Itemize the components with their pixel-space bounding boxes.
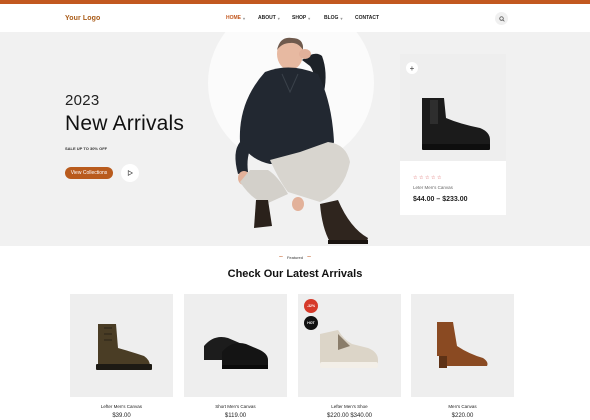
site-header: Your Logo HOME ▾ ABOUT ▾ SHOP ▾ BLOG ▾ CONTA… bbox=[0, 4, 590, 32]
nav-item-label: CONTACT bbox=[355, 15, 380, 21]
chevron-down-icon: ▾ bbox=[340, 15, 343, 21]
product-card[interactable] bbox=[184, 294, 287, 397]
nav-item-label: BLOG bbox=[324, 15, 339, 21]
product-image: + bbox=[400, 54, 506, 161]
product-price: $44.00 – $233.00 bbox=[413, 196, 468, 203]
product-name[interactable]: Lefter Men's Canvas bbox=[70, 404, 173, 409]
product-price: $220.00 bbox=[451, 413, 474, 419]
nav-item-about[interactable]: ABOUT ▾ bbox=[258, 15, 292, 21]
product-card[interactable]: -32% HOT bbox=[298, 294, 401, 397]
star-icon: ☆ bbox=[430, 175, 436, 181]
view-collections-button[interactable]: View Collections bbox=[65, 167, 113, 179]
derby-shoes-image bbox=[204, 337, 268, 369]
star-icon: ☆ bbox=[418, 175, 424, 181]
product-name[interactable]: Short Men's Canvas bbox=[184, 404, 287, 409]
hero-banner: 2023 New Arrivals SALE UP TO 30% OFF Vie… bbox=[0, 32, 590, 246]
product-price: $39.00 bbox=[112, 413, 131, 419]
chevron-down-icon: ▾ bbox=[308, 15, 311, 21]
hot-badge: HOT bbox=[304, 316, 318, 330]
main-nav: HOME ▾ ABOUT ▾ SHOP ▾ BLOG ▾ CONTACT bbox=[226, 4, 379, 32]
nav-item-shop[interactable]: SHOP ▾ bbox=[292, 15, 324, 21]
product-name[interactable]: Lefter Men's Shoe bbox=[298, 404, 401, 409]
star-icon: ☆ bbox=[413, 175, 418, 181]
hero-model-image bbox=[235, 37, 368, 244]
product-card[interactable] bbox=[70, 294, 173, 397]
play-video-button[interactable] bbox=[121, 164, 139, 182]
rating-stars: ☆ ☆ ☆ ☆ ☆ bbox=[413, 175, 441, 181]
wave-divider-icon: ~ bbox=[278, 253, 283, 261]
ankle-boot-image bbox=[437, 322, 488, 368]
product-name[interactable]: Men's Canvas bbox=[411, 404, 514, 409]
search-button[interactable] bbox=[495, 12, 508, 25]
nav-item-home[interactable]: HOME ▾ bbox=[226, 15, 258, 21]
nav-item-label: HOME bbox=[226, 15, 241, 21]
wave-divider-icon: ~ bbox=[307, 253, 312, 261]
add-to-cart-button[interactable]: + bbox=[406, 62, 418, 74]
section-title: Check Our Latest Arrivals bbox=[227, 268, 363, 280]
plus-icon: + bbox=[409, 63, 415, 73]
nav-item-label: ABOUT bbox=[258, 15, 276, 21]
combat-boot-image bbox=[96, 324, 152, 370]
star-icon: ☆ bbox=[436, 175, 442, 181]
chevron-down-icon: ▾ bbox=[243, 15, 246, 21]
sale-badge: -32% bbox=[304, 299, 318, 313]
product-price: $119.00 bbox=[224, 413, 247, 419]
product-card[interactable] bbox=[411, 294, 514, 397]
hero-subtitle: SALE UP TO 30% OFF bbox=[65, 146, 108, 151]
nav-item-contact[interactable]: CONTACT bbox=[355, 15, 379, 21]
product-price: $220.00 $340.00 bbox=[326, 413, 373, 419]
product-name[interactable]: Leter Men's Canvas bbox=[413, 185, 453, 190]
hero-title: New Arrivals bbox=[65, 112, 185, 135]
search-icon bbox=[498, 15, 505, 22]
nav-item-label: SHOP bbox=[292, 15, 307, 21]
nav-item-blog[interactable]: BLOG ▾ bbox=[324, 15, 355, 21]
featured-product-card[interactable]: + ☆ ☆ ☆ ☆ ☆ Leter Men's Canvas $44.00 – … bbox=[400, 54, 506, 215]
section-eyebrow: ~ Featured ~ bbox=[0, 253, 590, 261]
eyebrow-label: Featured bbox=[286, 255, 303, 260]
star-icon: ☆ bbox=[424, 175, 430, 181]
chevron-down-icon: ▾ bbox=[277, 15, 280, 21]
site-logo[interactable]: Your Logo bbox=[65, 15, 100, 22]
hero-year: 2023 bbox=[65, 92, 100, 109]
play-icon bbox=[127, 170, 133, 176]
